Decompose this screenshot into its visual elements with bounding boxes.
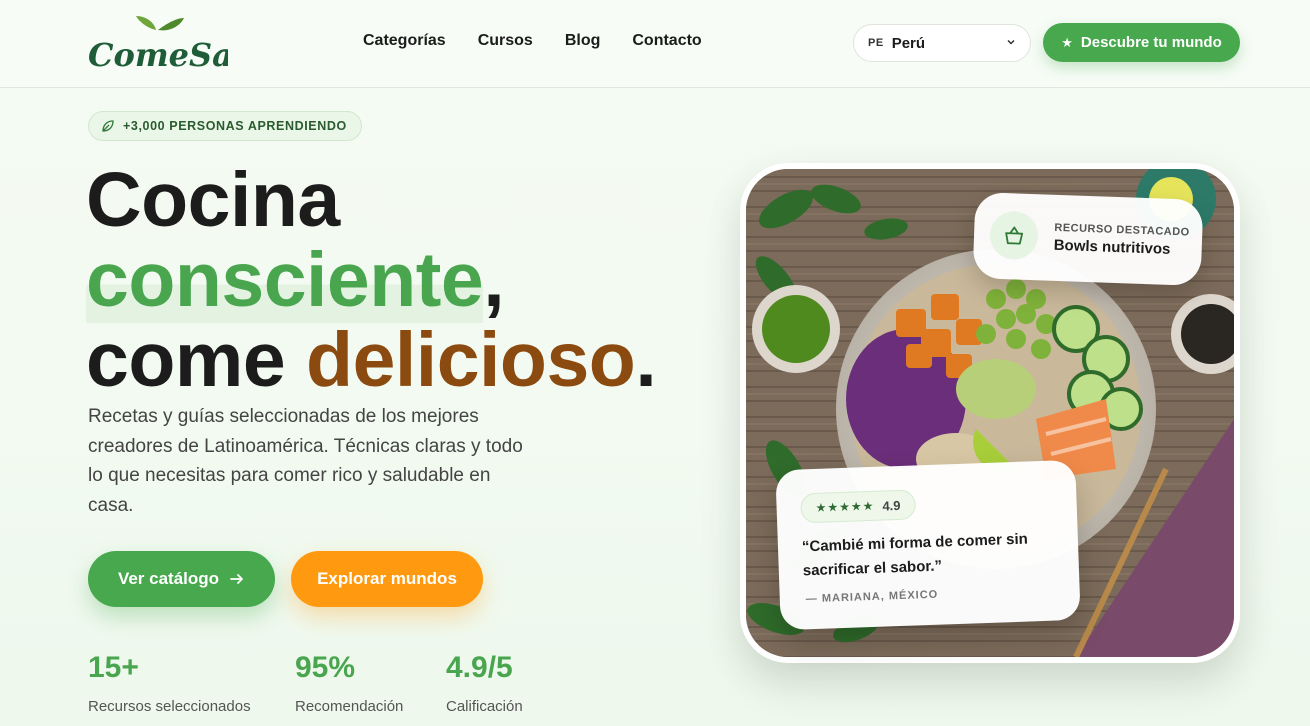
view-catalog-button[interactable]: Ver catálogo <box>88 551 275 607</box>
star-rating-icons: ★★★★★ <box>815 498 875 515</box>
nav-link-contacto[interactable]: Contacto <box>632 32 701 50</box>
testimonial-quote: “Cambié mi forma de comer sin sacrificar… <box>801 530 1029 580</box>
main-nav: Categorías Cursos Blog Contacto <box>363 32 702 50</box>
stat-label: Recomendación <box>295 698 404 715</box>
logo-graphic: ComeSano <box>88 16 277 74</box>
hero-headline: Cocina consciente, come delicioso. <box>86 157 657 403</box>
leaf-icon <box>102 120 114 132</box>
stat-label: Calificación <box>446 698 523 715</box>
featured-kicker: RECURSO DESTACADO <box>1054 221 1190 239</box>
country-name: Perú <box>891 34 926 52</box>
stat-resources: 15+ Recursos seleccionados <box>88 650 251 715</box>
headline-comma: , <box>483 237 505 323</box>
site-header: ComeSano Categorías Cursos Blog Contacto… <box>0 0 1310 88</box>
stat-rating: 4.9/5 Calificación <box>446 650 523 715</box>
country-code: PE <box>868 37 884 49</box>
headline-come: come <box>86 317 307 403</box>
headline-line-1: Cocina <box>86 157 340 243</box>
stat-label: Recursos seleccionados <box>88 698 251 715</box>
explore-worlds-label: Explorar mundos <box>317 569 457 588</box>
rating-value: 4.9 <box>882 497 901 514</box>
stat-value: 95% <box>295 651 356 684</box>
featured-resource-card[interactable]: RECURSO DESTACADO Bowls nutritivos <box>972 192 1204 286</box>
arrow-right-icon <box>230 574 243 584</box>
testimonial-card: ★★★★★ 4.9 “Cambié mi forma de comer sin … <box>775 459 1081 631</box>
star-icon: ★ <box>1061 34 1073 50</box>
stat-value: 4.9/5 <box>446 651 513 684</box>
nav-link-blog[interactable]: Blog <box>565 32 601 50</box>
explore-worlds-button[interactable]: Explorar mundos <box>291 551 483 607</box>
logo-wordmark: ComeSano <box>88 36 228 74</box>
headline-line-3: come delicioso. <box>86 317 657 403</box>
learners-badge: +3,000 PERSONAS APRENDIENDO <box>88 111 362 141</box>
learners-badge-label: +3,000 PERSONAS APRENDIENDO <box>123 119 347 133</box>
stat-value: 15+ <box>88 651 139 684</box>
discover-world-label: Descubre tu mundo <box>1080 34 1222 51</box>
discover-world-button[interactable]: ★ Descubre tu mundo <box>1043 23 1240 62</box>
comesano-logo[interactable]: ComeSano <box>88 14 277 74</box>
headline-line-2: consciente, <box>86 237 656 323</box>
basket-icon <box>989 210 1039 261</box>
nav-link-cursos[interactable]: Cursos <box>478 32 533 50</box>
chevron-down-icon <box>1007 39 1015 45</box>
headline-delicioso: delicioso <box>306 317 636 403</box>
headline-consciente: consciente <box>86 237 484 323</box>
headline-period: . <box>635 317 657 403</box>
nav-link-categorias[interactable]: Categorías <box>363 32 446 50</box>
hero-description: Recetas y guías seleccionadas de los mej… <box>88 406 523 516</box>
view-catalog-label: Ver catálogo <box>117 569 220 588</box>
country-select[interactable]: PE Perú <box>853 24 1031 62</box>
rating-pill: ★★★★★ 4.9 <box>800 489 916 524</box>
testimonial-author: — MARIANA, MÉXICO <box>805 588 939 606</box>
featured-title: Bowls nutritivos <box>1053 236 1171 258</box>
stat-recommendation: 95% Recomendación <box>295 650 403 715</box>
